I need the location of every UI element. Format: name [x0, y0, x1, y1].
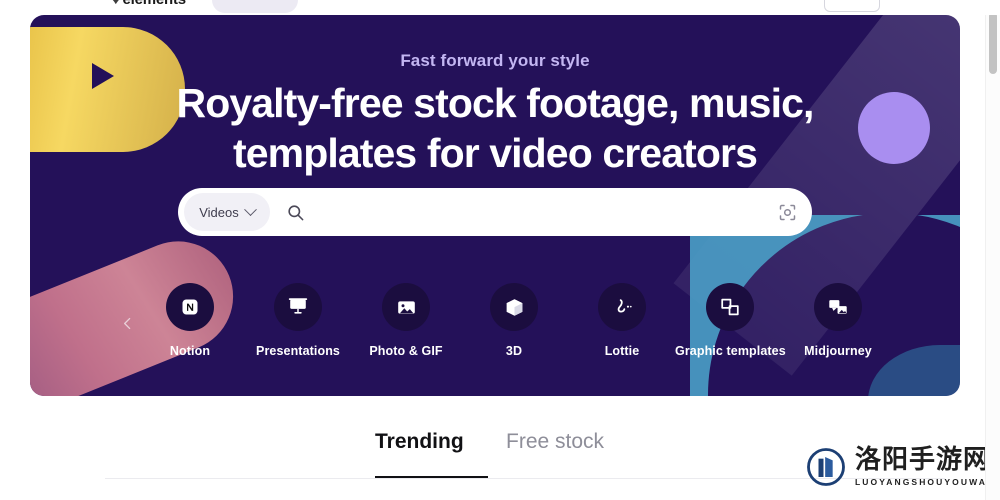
hero-eyebrow: Fast forward your style — [400, 51, 590, 70]
category-item-3d[interactable]: 3D — [459, 283, 569, 358]
graphic-templates-icon — [706, 283, 754, 331]
category-label: Lottie — [604, 344, 640, 358]
page-root: ♦elements Fast forward your style Royalt… — [0, 0, 1000, 500]
photo-icon — [382, 283, 430, 331]
watermark: 洛阳手游网 LUOYANGSHOUYOUWANG — [806, 447, 1000, 487]
hero-banner: Fast forward your style Royalty-free sto… — [30, 15, 960, 396]
category-label: 3D — [505, 344, 523, 358]
watermark-en: LUOYANGSHOUYOUWANG — [855, 477, 1000, 487]
scrollbar-thumb[interactable] — [989, 12, 997, 74]
hero-headline: Royalty-free stock footage, music, templ… — [176, 80, 815, 177]
logo-mark-icon: ♦ — [112, 0, 120, 8]
category-item-notion[interactable]: Notion — [135, 283, 245, 358]
presentation-icon — [274, 283, 322, 331]
page-scrollbar[interactable] — [985, 0, 1000, 500]
logo-text: elements — [122, 0, 186, 8]
header-signin-button[interactable] — [824, 0, 880, 12]
category-label: Midjourney — [804, 344, 872, 358]
category-label: Presentations — [256, 344, 340, 358]
category-item-presentations[interactable]: Presentations — [243, 283, 353, 358]
search-category-dropdown[interactable]: Videos — [184, 193, 270, 231]
site-logo[interactable]: ♦elements — [112, 0, 186, 8]
search-category-label: Videos — [199, 204, 239, 220]
category-item-photo-gif[interactable]: Photo & GIF — [351, 283, 461, 358]
tab-free-stock[interactable]: Free stock — [506, 430, 604, 454]
decor-purple-circle — [858, 92, 930, 164]
building-logo-icon — [807, 448, 845, 486]
header-pill-button[interactable] — [212, 0, 298, 13]
category-carousel: Notion Presentations Photo & GIF 3D Lott… — [122, 283, 932, 383]
watermark-text: 洛阳手游网 LUOYANGSHOUYOUWANG — [855, 447, 1000, 487]
category-item-graphic-templates[interactable]: Graphic templates — [675, 283, 786, 358]
category-label: Photo & GIF — [369, 344, 443, 358]
visual-search-icon[interactable] — [777, 202, 798, 223]
search-input[interactable] — [315, 188, 777, 236]
category-item-midjourney[interactable]: Midjourney — [783, 283, 893, 358]
category-label: Notion — [169, 344, 211, 358]
site-header: ♦elements — [0, 0, 1000, 15]
cube-icon — [490, 283, 538, 331]
midjourney-icon — [814, 283, 862, 331]
tab-trending[interactable]: Trending — [375, 430, 464, 454]
lottie-icon — [598, 283, 646, 331]
category-label: Graphic templates — [675, 344, 786, 358]
notion-icon — [166, 283, 214, 331]
search-bar: Videos — [178, 188, 812, 236]
watermark-cn: 洛阳手游网 — [855, 445, 991, 475]
category-item-lottie[interactable]: Lottie — [567, 283, 677, 358]
chevron-down-icon — [243, 202, 257, 216]
search-icon — [286, 203, 305, 222]
